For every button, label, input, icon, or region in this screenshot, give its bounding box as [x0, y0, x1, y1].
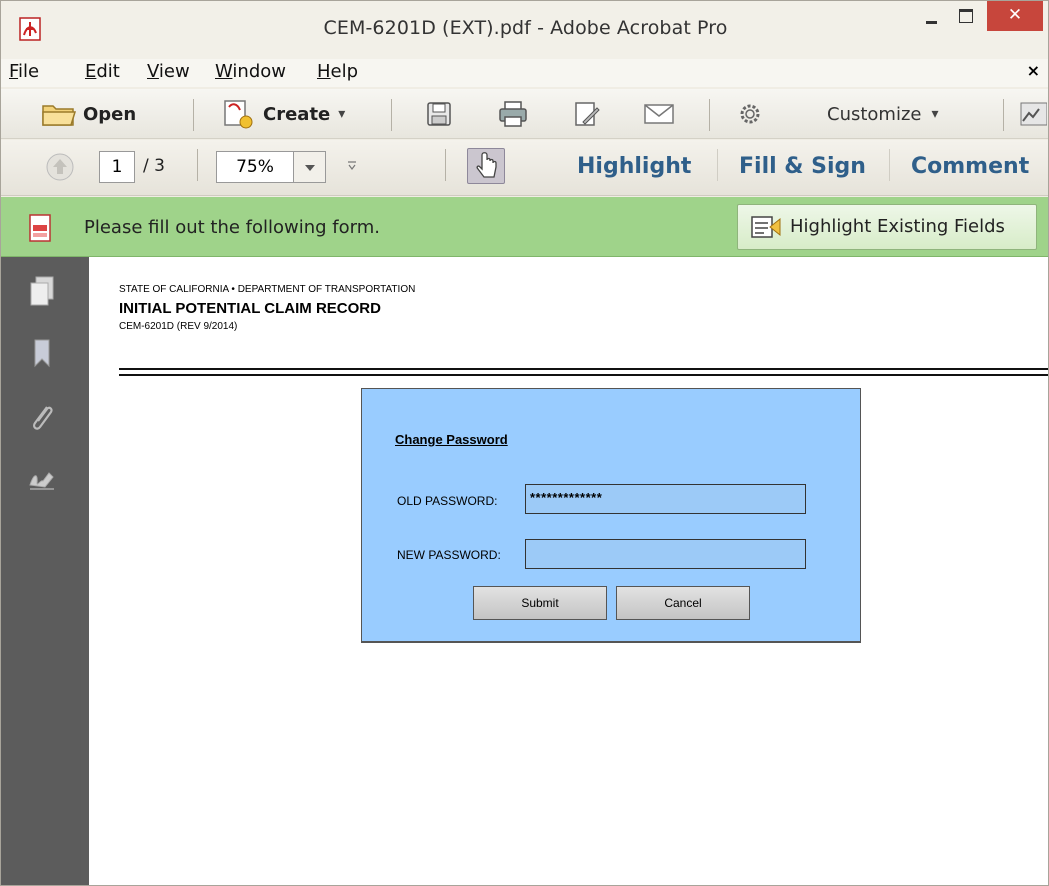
- menu-view[interactable]: View: [147, 61, 190, 82]
- highlight-existing-fields-label: Highlight Existing Fields: [790, 216, 1005, 237]
- window-title: CEM-6201D (EXT).pdf - Adobe Acrobat Pro: [323, 17, 728, 39]
- form-document-icon: [29, 214, 51, 242]
- tool-icon: [1020, 102, 1047, 126]
- toolbar-separator: [709, 99, 710, 131]
- toolbar-separator: [889, 149, 890, 181]
- edit-pencil-icon: [575, 102, 600, 126]
- previous-page-icon[interactable]: [45, 152, 75, 182]
- extra-tool-button[interactable]: [1017, 89, 1047, 139]
- customize-dropdown-icon: ▾: [931, 106, 939, 122]
- toolbar-separator: [391, 99, 392, 131]
- gear-icon: [740, 104, 760, 124]
- toolbar-separator: [445, 149, 446, 181]
- main-toolbar: Open Create ▾ Customize ▾: [1, 89, 1048, 139]
- navigation-pane: [1, 257, 81, 885]
- new-password-label: NEW PASSWORD:: [397, 548, 501, 562]
- more-tools-chevron-icon[interactable]: [347, 161, 357, 171]
- submit-button[interactable]: Submit: [473, 586, 607, 620]
- email-button[interactable]: [643, 89, 675, 139]
- signatures-icon[interactable]: [27, 463, 57, 495]
- customize-button[interactable]: Customize ▾: [827, 89, 939, 139]
- agency-heading: STATE OF CALIFORNIA • DEPARTMENT OF TRAN…: [119, 284, 416, 295]
- tab-highlight[interactable]: Highlight: [577, 154, 691, 179]
- acrobat-window: CEM-6201D (EXT).pdf - Adobe Acrobat Pro …: [0, 0, 1049, 886]
- tab-fill-sign[interactable]: Fill & Sign: [739, 154, 866, 179]
- change-password-title: Change Password: [395, 432, 508, 447]
- save-button[interactable]: [425, 89, 453, 139]
- edit-document-button[interactable]: [573, 89, 601, 139]
- menu-window[interactable]: Window: [215, 61, 286, 82]
- save-icon: [427, 102, 451, 126]
- toolbar-separator: [1003, 99, 1004, 131]
- create-label: Create: [263, 103, 331, 125]
- open-label: Open: [83, 103, 137, 125]
- header-rule-top: [119, 368, 1048, 370]
- toolbar-separator: [717, 149, 718, 181]
- toolbar-separator: [193, 99, 194, 131]
- toolbar-separator: [197, 149, 198, 181]
- hand-pointer-icon: [476, 152, 497, 178]
- new-password-field[interactable]: [525, 539, 806, 569]
- bookmarks-icon[interactable]: [27, 337, 57, 369]
- form-title: INITIAL POTENTIAL CLAIM RECORD: [119, 300, 381, 317]
- hand-tool-button[interactable]: [467, 148, 505, 184]
- folder-icon: [42, 105, 77, 126]
- menu-file[interactable]: File: [9, 61, 39, 82]
- zoom-input[interactable]: 75%: [216, 151, 294, 183]
- zoom-dropdown-button[interactable]: [294, 151, 326, 183]
- old-password-label: OLD PASSWORD:: [397, 494, 498, 508]
- title-bar: CEM-6201D (EXT).pdf - Adobe Acrobat Pro …: [1, 1, 1048, 59]
- settings-button[interactable]: [737, 89, 763, 139]
- minimize-button[interactable]: [915, 1, 949, 31]
- menu-help[interactable]: Help: [317, 61, 358, 82]
- customize-label: Customize: [827, 103, 922, 125]
- page-thumbnails-icon[interactable]: [27, 275, 57, 307]
- create-pdf-icon: [224, 100, 253, 129]
- close-document-icon[interactable]: ×: [1027, 61, 1040, 80]
- form-message: Please fill out the following form.: [84, 217, 380, 238]
- header-rule-bottom: [119, 374, 1048, 376]
- page-number-input[interactable]: 1: [99, 151, 135, 183]
- create-dropdown-icon: ▾: [338, 106, 346, 122]
- highlight-existing-fields-button[interactable]: Highlight Existing Fields: [737, 204, 1037, 250]
- create-button[interactable]: Create ▾: [221, 89, 345, 139]
- open-button[interactable]: Open: [41, 89, 136, 139]
- envelope-icon: [644, 104, 674, 124]
- maximize-button[interactable]: [949, 1, 983, 31]
- menu-edit[interactable]: Edit: [85, 61, 120, 82]
- attachments-paperclip-icon[interactable]: [27, 401, 57, 433]
- page-total: / 3: [143, 156, 165, 176]
- old-password-field[interactable]: *************: [525, 484, 806, 514]
- change-password-dialog: [361, 388, 861, 643]
- close-window-button[interactable]: ✕: [987, 1, 1043, 31]
- menu-bar: File Edit View Window Help ×: [1, 59, 1048, 87]
- print-button[interactable]: [497, 89, 529, 139]
- form-number: CEM-6201D (REV 9/2014): [119, 321, 238, 332]
- printer-icon: [499, 101, 527, 127]
- cancel-button[interactable]: Cancel: [616, 586, 750, 620]
- tab-comment[interactable]: Comment: [911, 154, 1029, 179]
- highlight-fields-icon: [751, 216, 781, 238]
